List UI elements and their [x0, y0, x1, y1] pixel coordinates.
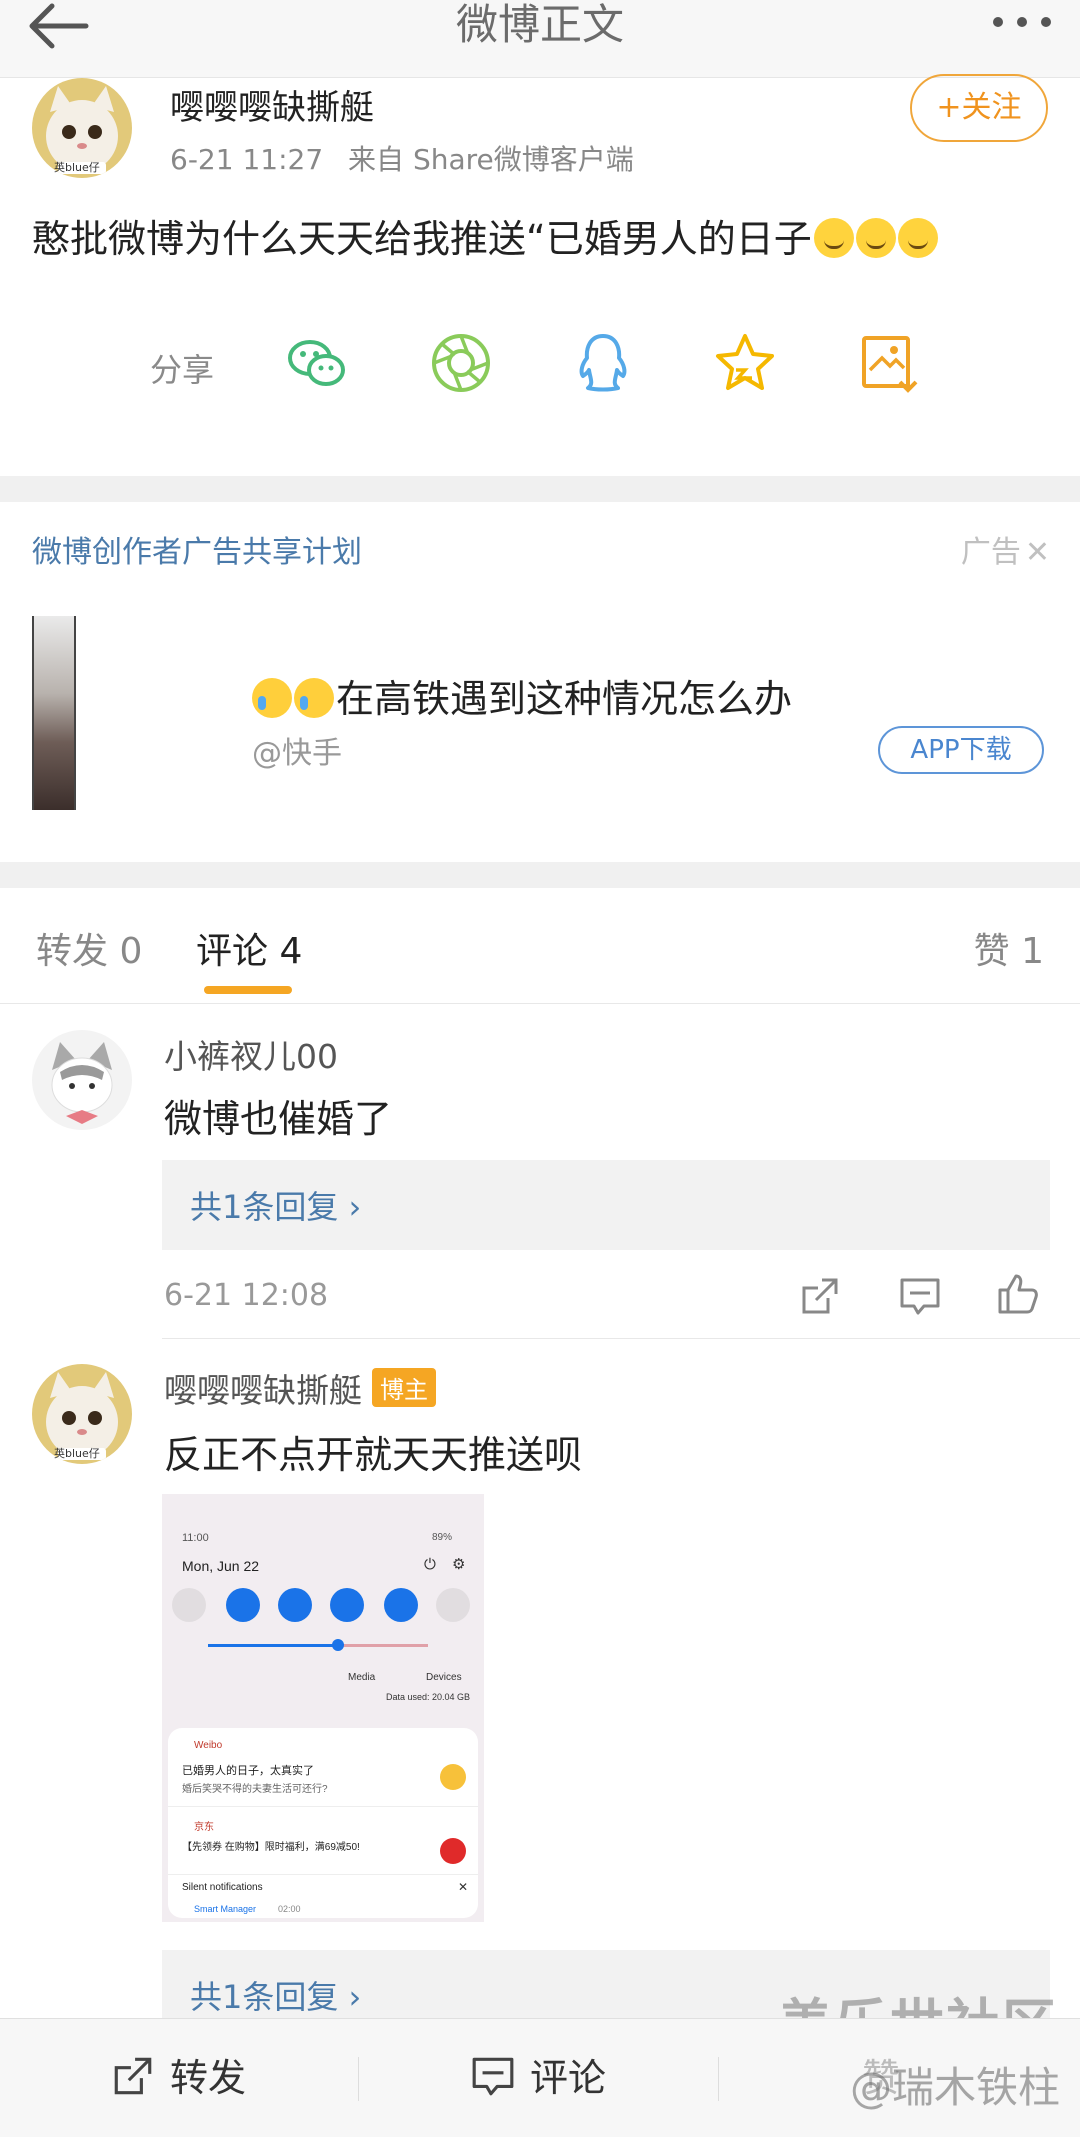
- wechat-icon[interactable]: [284, 330, 350, 396]
- notification-separator: [168, 1874, 478, 1875]
- shot-media: Media: [348, 1672, 376, 1683]
- flashlight-toggle-icon: [436, 1588, 470, 1622]
- comment-label: 评论: [530, 2056, 607, 2100]
- repost-icon: [114, 2057, 152, 2095]
- bottom-separator: [718, 2057, 719, 2101]
- reply-count-link[interactable]: 共1条回复 ›: [190, 1972, 361, 2018]
- location-toggle-icon: [384, 1588, 418, 1622]
- tabs-divider: [0, 1003, 1080, 1004]
- shot-silent: Silent notifications: [182, 1882, 263, 1893]
- tab-like[interactable]: 赞 1: [974, 922, 1044, 974]
- shot-n2-app: 京东: [194, 1822, 214, 1833]
- commenter-name-text: 嘤嘤嘤缺撕艇: [164, 1371, 362, 1410]
- shot-status-time: 11:00: [182, 1532, 209, 1544]
- notification-separator: [168, 1806, 478, 1807]
- ad-label[interactable]: 广告 ✕: [961, 527, 1050, 571]
- commenter-name[interactable]: 嘤嘤嘤缺撕艇 博主: [164, 1364, 436, 1412]
- comment-button[interactable]: 评论: [470, 2019, 606, 2137]
- ad-source: @快手: [252, 736, 342, 771]
- shot-devices: Devices: [426, 1672, 462, 1683]
- app-download-button[interactable]: APP下载: [878, 726, 1044, 774]
- reply-count-box[interactable]: 共1条回复 ›: [162, 1160, 1050, 1250]
- crying-emoji-icon: [252, 678, 292, 718]
- close-icon: ✕: [458, 1880, 469, 1894]
- shot-n1-app: Weibo: [194, 1740, 223, 1751]
- sweat-smile-emoji-icon: [855, 218, 896, 258]
- follow-button[interactable]: +关注: [910, 74, 1048, 142]
- jd-app-icon: [440, 1838, 466, 1864]
- author-watermark: @瑞木铁柱: [849, 2063, 1060, 2112]
- shot-n1-body: 婚后笑哭不得的夫妻生活可还行?: [182, 1784, 328, 1795]
- tab-repost[interactable]: 转发 0: [36, 922, 142, 974]
- shot-n3-app: Smart Manager: [194, 1904, 257, 1914]
- ad-program-title[interactable]: 微博创作者广告共享计划: [32, 527, 362, 571]
- post-author-name[interactable]: 嘤嘤嘤缺撕艇: [170, 80, 374, 129]
- shot-n3-time: 02:00: [278, 1904, 301, 1914]
- commenter-name[interactable]: 小裤衩儿00: [164, 1030, 338, 1078]
- post-meta: 6-21 11:27 来自 Share微博客户端: [170, 138, 634, 178]
- ad-headline-text: 在高铁遇到这种情况怎么办: [336, 677, 793, 721]
- comment-text: 微博也催婚了: [164, 1097, 393, 1141]
- shot-n2-body: 【先领券 在购物】限时福利，满69减50!: [182, 1842, 360, 1853]
- shot-n1-title: 已婚男人的日子，太真实了: [182, 1765, 314, 1777]
- bottom-separator: [358, 2057, 359, 2101]
- section-gap: [0, 862, 1080, 888]
- comment-text: 反正不点开就天天推送呗: [164, 1433, 583, 1477]
- like-comment-icon[interactable]: [996, 1272, 1040, 1316]
- post-text: 憨批微博为什么天天给我推送“已婚男人的日子: [32, 217, 812, 261]
- commenter-avatar[interactable]: [32, 1030, 132, 1130]
- comment-icon: [472, 2057, 514, 2096]
- reply-count-link[interactable]: 共1条回复 ›: [190, 1182, 361, 1228]
- comment-time: 6-21 12:08: [164, 1278, 329, 1313]
- ad-video-thumbnail[interactable]: [32, 616, 76, 810]
- shot-date: Mon, Jun 22: [182, 1558, 260, 1574]
- ad-tag-text: 广告: [960, 535, 1021, 570]
- sweat-smile-emoji-icon: [897, 218, 938, 258]
- page-title: 微博正文: [455, 0, 624, 49]
- qq-icon[interactable]: [570, 330, 636, 396]
- tab-comment[interactable]: 评论 4: [196, 922, 302, 974]
- share-label: 分享: [150, 351, 215, 389]
- crying-emoji-icon: [294, 678, 334, 718]
- post-body: 憨批微博为什么天天给我推送“已婚男人的日子: [32, 208, 938, 263]
- active-tab-indicator: [204, 986, 292, 994]
- top-nav-bar: 微博正文: [0, 0, 1080, 78]
- more-options-icon[interactable]: [990, 10, 1054, 34]
- sound-toggle-icon: [226, 1588, 260, 1622]
- author-badge: 博主: [372, 1368, 436, 1407]
- comment-divider: [162, 1338, 1080, 1339]
- data-toggle-icon: [278, 1588, 312, 1622]
- close-ad-icon[interactable]: ✕: [1025, 535, 1050, 570]
- share-comment-icon[interactable]: [798, 1274, 842, 1318]
- avatar-caption: 英blue仔: [54, 1447, 100, 1460]
- favorite-star-icon[interactable]: [712, 330, 778, 396]
- moments-icon[interactable]: [428, 330, 494, 396]
- weibo-app-icon: [440, 1764, 466, 1790]
- post-source: 来自 Share微博客户端: [348, 143, 634, 176]
- brightness-slider: [208, 1639, 428, 1651]
- section-gap: [0, 476, 1080, 502]
- settings-gear-icon: ⚙: [452, 1556, 466, 1573]
- avatar-caption: 英blue仔: [54, 161, 100, 174]
- repost-button[interactable]: 转发: [110, 2019, 246, 2137]
- shot-battery: 89%: [432, 1532, 453, 1543]
- comment-image[interactable]: 11:00 89% Mon, Jun 22 ⏻ ⚙ Media Devices …: [162, 1494, 484, 1922]
- bluetooth-toggle-icon: [330, 1588, 364, 1622]
- notification-card: Weibo 已婚男人的日子，太真实了 婚后笑哭不得的夫妻生活可还行? 京东 【先…: [168, 1728, 478, 1918]
- save-image-icon[interactable]: [856, 330, 922, 396]
- sweat-smile-emoji-icon: [813, 218, 854, 258]
- post-time: 6-21 11:27: [170, 143, 324, 176]
- wifi-toggle-icon: [172, 1588, 206, 1622]
- reply-comment-icon[interactable]: [898, 1274, 942, 1318]
- shot-data-used: Data used: 20.04 GB: [386, 1692, 471, 1702]
- repost-label: 转发: [170, 2056, 247, 2100]
- power-icon: ⏻: [424, 1556, 436, 1573]
- ad-headline[interactable]: 在高铁遇到这种情况怎么办: [252, 668, 792, 723]
